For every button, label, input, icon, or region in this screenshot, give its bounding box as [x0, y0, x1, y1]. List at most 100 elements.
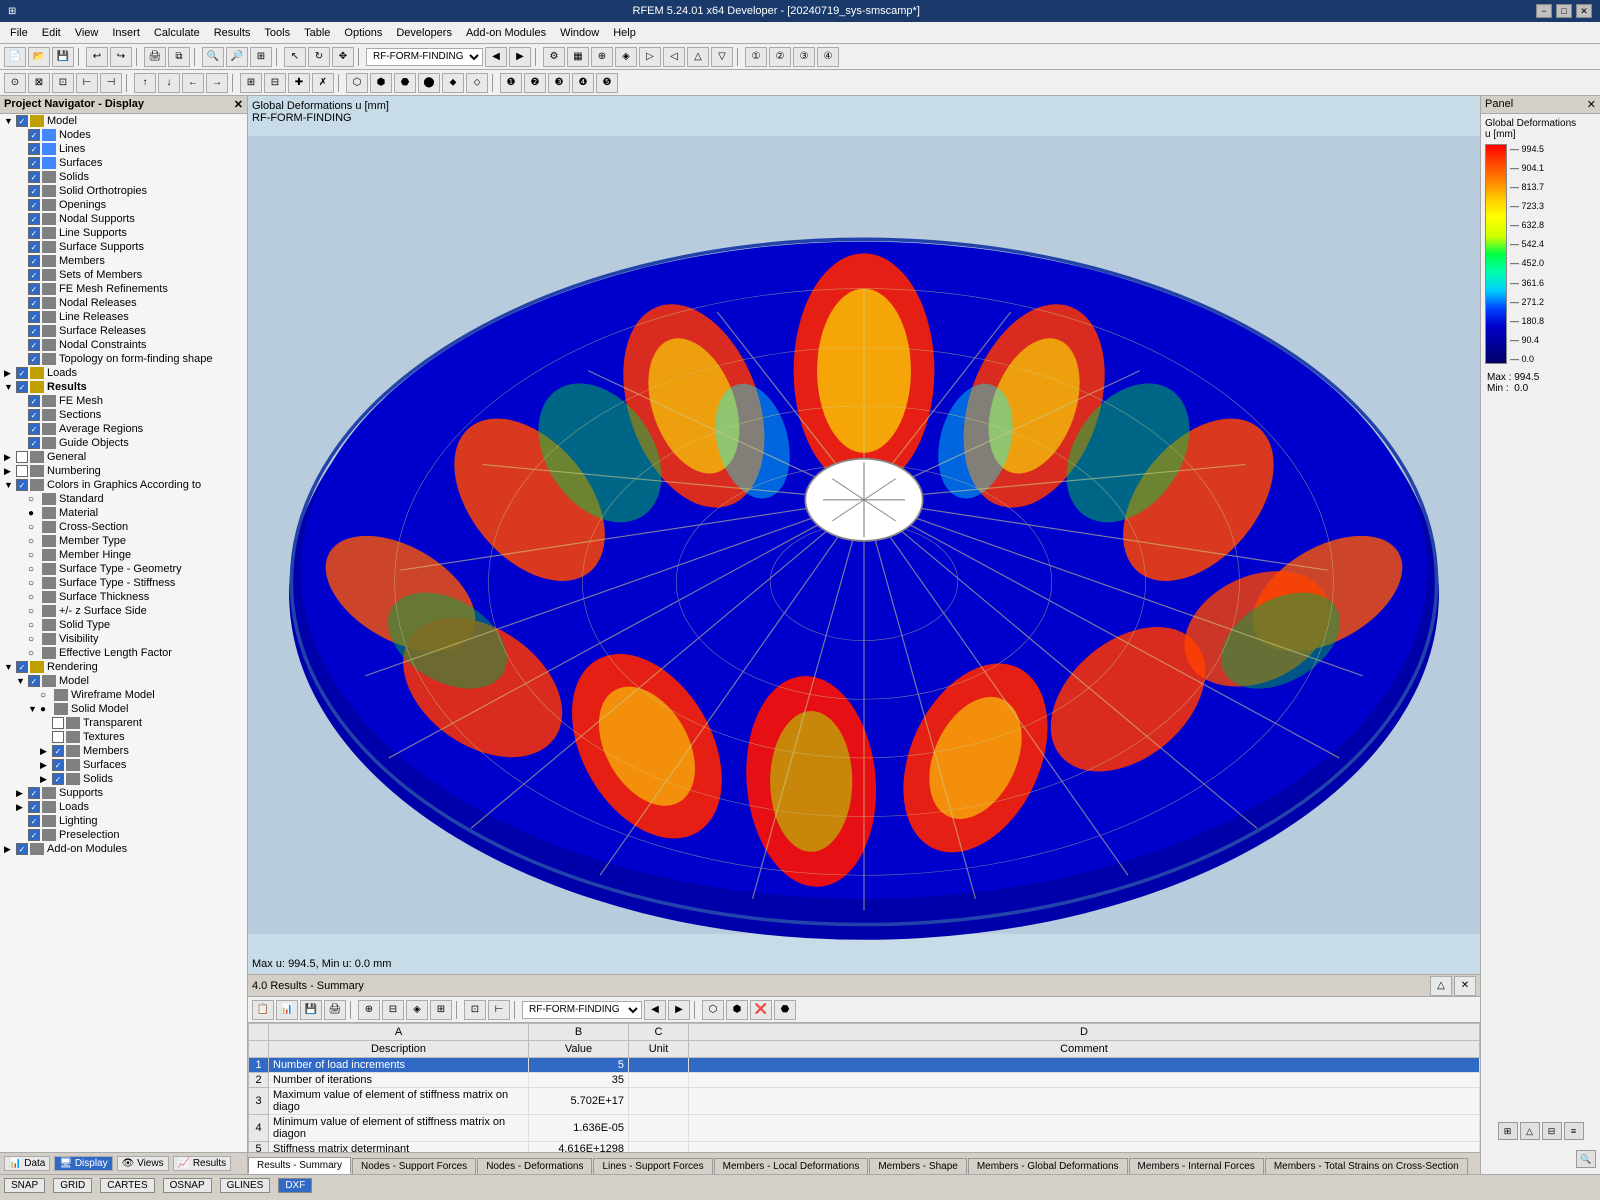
rt-next[interactable]: ▶ [668, 1000, 690, 1020]
tree-toggle-colors[interactable]: ▼ [4, 480, 16, 490]
checkbox-transparent[interactable] [52, 717, 64, 729]
tree-item-fe-mesh2[interactable]: ✓FE Mesh [0, 394, 247, 408]
viewport[interactable]: Global Deformations u [mm] RF-FORM-FINDI… [248, 96, 1480, 974]
tree-item-sections[interactable]: ✓Sections [0, 408, 247, 422]
tree-item-material[interactable]: ●Material [0, 506, 247, 520]
checkbox-fe-mesh2[interactable]: ✓ [28, 395, 40, 407]
table-row[interactable]: 2 Number of iterations 35 [249, 1073, 1480, 1088]
status-snap[interactable]: SNAP [4, 1178, 45, 1193]
status-glines[interactable]: GLINES [220, 1178, 271, 1193]
tb-save[interactable]: 💾 [52, 47, 74, 67]
tb-c5[interactable]: ▷ [639, 47, 661, 67]
tb-copy[interactable]: ⧉ [168, 47, 190, 67]
tb2-14[interactable]: ⬡ [346, 73, 368, 93]
tree-item-render-surfaces[interactable]: ▶✓Surfaces [0, 758, 247, 772]
checkbox-members[interactable]: ✓ [28, 255, 40, 267]
tree-item-lines[interactable]: ✓Lines [0, 142, 247, 156]
rt-2[interactable]: 📊 [276, 1000, 298, 1020]
tree-item-nodal-constraints[interactable]: ✓Nodal Constraints [0, 338, 247, 352]
radio-visibility[interactable]: ○ [28, 634, 42, 645]
tree-item-eff-length[interactable]: ○Effective Length Factor [0, 646, 247, 660]
tree-item-loads[interactable]: ▶✓Loads [0, 366, 247, 380]
tb2-3[interactable]: ⊡ [52, 73, 74, 93]
checkbox-model[interactable]: ✓ [16, 115, 28, 127]
checkbox-line-releases[interactable]: ✓ [28, 311, 40, 323]
tb2-22[interactable]: ❸ [548, 73, 570, 93]
tree-item-textures[interactable]: Textures [0, 730, 247, 744]
tree-toggle-render-members[interactable]: ▶ [40, 746, 52, 757]
tab-data[interactable]: 📊 Data [4, 1156, 50, 1171]
panel-close[interactable]: ✕ [1587, 98, 1596, 111]
tb-zoom-in[interactable]: 🔍 [202, 47, 224, 67]
tree-item-surface-releases[interactable]: ✓Surface Releases [0, 324, 247, 338]
checkbox-render-solids[interactable]: ✓ [52, 773, 64, 785]
tree-toggle-model[interactable]: ▼ [4, 116, 16, 126]
tb-open[interactable]: 📂 [28, 47, 50, 67]
radio-eff-length[interactable]: ○ [28, 648, 42, 659]
tree-item-surfaces[interactable]: ✓Surfaces [0, 156, 247, 170]
status-cartes[interactable]: CARTES [100, 1178, 154, 1193]
tree-item-fe-mesh[interactable]: ✓FE Mesh Refinements [0, 282, 247, 296]
menu-insert[interactable]: Insert [106, 25, 146, 41]
rt-14[interactable]: ⬣ [774, 1000, 796, 1020]
checkbox-topology[interactable]: ✓ [28, 353, 40, 365]
checkbox-preselection[interactable]: ✓ [28, 829, 40, 841]
rt-9[interactable]: ⊡ [464, 1000, 486, 1020]
tab-display[interactable]: 🖥 Display [54, 1156, 112, 1171]
tree-item-line-releases[interactable]: ✓Line Releases [0, 310, 247, 324]
tree-toggle-addon[interactable]: ▶ [4, 844, 16, 855]
tree-item-loads2[interactable]: ▶✓Loads [0, 800, 247, 814]
tb2-1[interactable]: ⊙ [4, 73, 26, 93]
checkbox-loads2[interactable]: ✓ [28, 801, 40, 813]
tb2-21[interactable]: ❷ [524, 73, 546, 93]
tab-views[interactable]: 👁 Views [117, 1156, 169, 1171]
tb-d4[interactable]: ④ [817, 47, 839, 67]
tb2-10[interactable]: ⊞ [240, 73, 262, 93]
tree-toggle-loads[interactable]: ▶ [4, 368, 16, 379]
tree-item-rendering[interactable]: ▼✓Rendering [0, 660, 247, 674]
tb-c4[interactable]: ◈ [615, 47, 637, 67]
checkbox-surface-supports[interactable]: ✓ [28, 241, 40, 253]
checkbox-sets-of-members[interactable]: ✓ [28, 269, 40, 281]
minimize-button[interactable]: − [1536, 4, 1552, 18]
tree-toggle-general[interactable]: ▶ [4, 452, 16, 463]
checkbox-textures[interactable] [52, 731, 64, 743]
tree-item-solid-model[interactable]: ▼●Solid Model [0, 702, 247, 716]
tree-item-sets-of-members[interactable]: ✓Sets of Members [0, 268, 247, 282]
checkbox-line-supports[interactable]: ✓ [28, 227, 40, 239]
checkbox-solid-ortho[interactable]: ✓ [28, 185, 40, 197]
tree-item-surf-type-geo[interactable]: ○Surface Type - Geometry [0, 562, 247, 576]
checkbox-avg-regions[interactable]: ✓ [28, 423, 40, 435]
tree-item-addon[interactable]: ▶✓Add-on Modules [0, 842, 247, 856]
table-row[interactable]: 1 Number of load increments 5 [249, 1058, 1480, 1073]
load-case-combo[interactable]: RF-FORM-FINDING [366, 48, 483, 66]
tb-print[interactable]: 🖨 [144, 47, 166, 67]
tb2-4[interactable]: ⊢ [76, 73, 98, 93]
radio-member-type[interactable]: ○ [28, 536, 42, 547]
tree-item-line-supports[interactable]: ✓Line Supports [0, 226, 247, 240]
checkbox-render-surfaces[interactable]: ✓ [52, 759, 64, 771]
tree-toggle-render-surfaces[interactable]: ▶ [40, 760, 52, 771]
result-tab-6[interactable]: Members - Global Deformations [968, 1158, 1128, 1174]
tree-item-lighting[interactable]: ✓Lighting [0, 814, 247, 828]
tree-item-members[interactable]: ✓Members [0, 254, 247, 268]
rt-4[interactable]: 🖨 [324, 1000, 346, 1020]
tb2-17[interactable]: ⬤ [418, 73, 440, 93]
results-close[interactable]: ✕ [1454, 976, 1476, 996]
menu-edit[interactable]: Edit [36, 25, 67, 41]
tb2-7[interactable]: ↓ [158, 73, 180, 93]
tree-item-member-hinge[interactable]: ○Member Hinge [0, 548, 247, 562]
menu-view[interactable]: View [69, 25, 105, 41]
tree-item-guide-objects[interactable]: ✓Guide Objects [0, 436, 247, 450]
tb-d1[interactable]: ① [745, 47, 767, 67]
menu-file[interactable]: File [4, 25, 34, 41]
rt-11[interactable]: ⬡ [702, 1000, 724, 1020]
results-case-combo[interactable]: RF-FORM-FINDING [522, 1001, 642, 1019]
tree-toggle-results[interactable]: ▼ [4, 382, 16, 392]
menu-tools[interactable]: Tools [258, 25, 296, 41]
radio-wireframe[interactable]: ○ [40, 690, 54, 701]
tree-toggle-rendering[interactable]: ▼ [4, 662, 16, 672]
tree-item-solids[interactable]: ✓Solids [0, 170, 247, 184]
table-row[interactable]: 5 Stiffness matrix determinant 4.616E+12… [249, 1142, 1480, 1153]
tree-item-surf-thickness[interactable]: ○Surface Thickness [0, 590, 247, 604]
